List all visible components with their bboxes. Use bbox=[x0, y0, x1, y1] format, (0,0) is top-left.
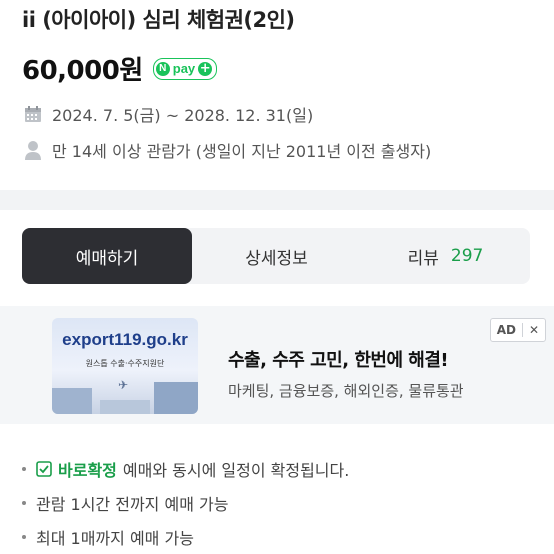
container-shape bbox=[154, 382, 198, 414]
booking-notes: 바로확정 예매와 동시에 일정이 확정됩니다. 관람 1시간 전까지 예매 가능… bbox=[22, 452, 349, 554]
close-icon[interactable]: ✕ bbox=[523, 323, 545, 337]
tab-details[interactable]: 상세정보 bbox=[192, 228, 361, 284]
container-shape bbox=[100, 400, 150, 414]
period-row: 2024. 7. 5(금) ~ 2028. 12. 31(일) bbox=[24, 102, 313, 126]
bullet bbox=[22, 501, 26, 505]
ad-label[interactable]: AD bbox=[491, 323, 523, 337]
airplane-icon: ✈ bbox=[118, 378, 129, 392]
tab-bar: 예매하기 상세정보 리뷰 297 bbox=[22, 228, 530, 284]
plus-icon: + bbox=[198, 61, 213, 76]
period-text: 2024. 7. 5(금) ~ 2028. 12. 31(일) bbox=[52, 106, 314, 125]
instant-confirm-label: 바로확정 bbox=[58, 461, 117, 480]
tab-label: 상세정보 bbox=[245, 248, 308, 269]
section-divider bbox=[0, 190, 554, 210]
instant-confirm-text: 예매와 동시에 일정이 확정됩니다. bbox=[122, 461, 350, 480]
price-row: 60,000원 N pay + bbox=[22, 50, 218, 87]
list-item: 바로확정 예매와 동시에 일정이 확정됩니다. bbox=[22, 452, 349, 486]
note-text: 관람 1시간 전까지 예매 가능 bbox=[36, 495, 229, 514]
bullet bbox=[22, 535, 26, 539]
ad-image-sub-text: 원스톱 수출·수주지원단 bbox=[85, 359, 165, 368]
calendar-icon bbox=[25, 106, 41, 122]
tab-booking[interactable]: 예매하기 bbox=[22, 228, 192, 284]
tab-label: 리뷰 bbox=[407, 248, 439, 269]
checkbox-check-icon bbox=[36, 461, 52, 477]
bullet bbox=[22, 467, 26, 471]
ad-image[interactable]: export119.go.kr 원스톱 수출·수주지원단 ✈ bbox=[52, 318, 198, 414]
container-shape bbox=[52, 388, 92, 414]
ad-banner[interactable]: export119.go.kr 원스톱 수출·수주지원단 ✈ 수출, 수주 고민… bbox=[0, 306, 554, 424]
ad-text[interactable]: 수출, 수주 고민, 한번에 해결! 마케팅, 금융보증, 해외인증, 물류통관 bbox=[228, 346, 464, 401]
product-price: 60,000원 bbox=[22, 56, 143, 86]
npay-label: pay bbox=[172, 61, 196, 76]
product-title: ii (아이아이) 심리 체험권(2인) bbox=[22, 8, 295, 32]
ad-badge: AD ✕ bbox=[489, 318, 546, 342]
age-limit-text: 만 14세 이상 관람가 (생일이 지난 2011년 이전 출생자) bbox=[52, 142, 432, 161]
list-item: 관람 1시간 전까지 예매 가능 bbox=[22, 486, 349, 520]
ad-image-url-text: export119.go.kr bbox=[62, 330, 188, 349]
ad-headline: 수출, 수주 고민, 한번에 해결! bbox=[228, 350, 449, 371]
review-count: 297 bbox=[450, 246, 484, 266]
ad-description: 마케팅, 금융보증, 해외인증, 물류통관 bbox=[228, 382, 464, 400]
note-text: 최대 1매까지 예매 가능 bbox=[36, 529, 194, 548]
npay-n-icon: N bbox=[155, 61, 170, 76]
npay-badge[interactable]: N pay + bbox=[152, 57, 218, 80]
list-item: 최대 1매까지 예매 가능 bbox=[22, 520, 349, 554]
tab-label: 예매하기 bbox=[75, 248, 139, 269]
tab-reviews[interactable]: 리뷰 297 bbox=[361, 228, 530, 284]
age-limit-row: 만 14세 이상 관람가 (생일이 지난 2011년 이전 출생자) bbox=[24, 138, 431, 162]
person-icon bbox=[25, 141, 41, 160]
